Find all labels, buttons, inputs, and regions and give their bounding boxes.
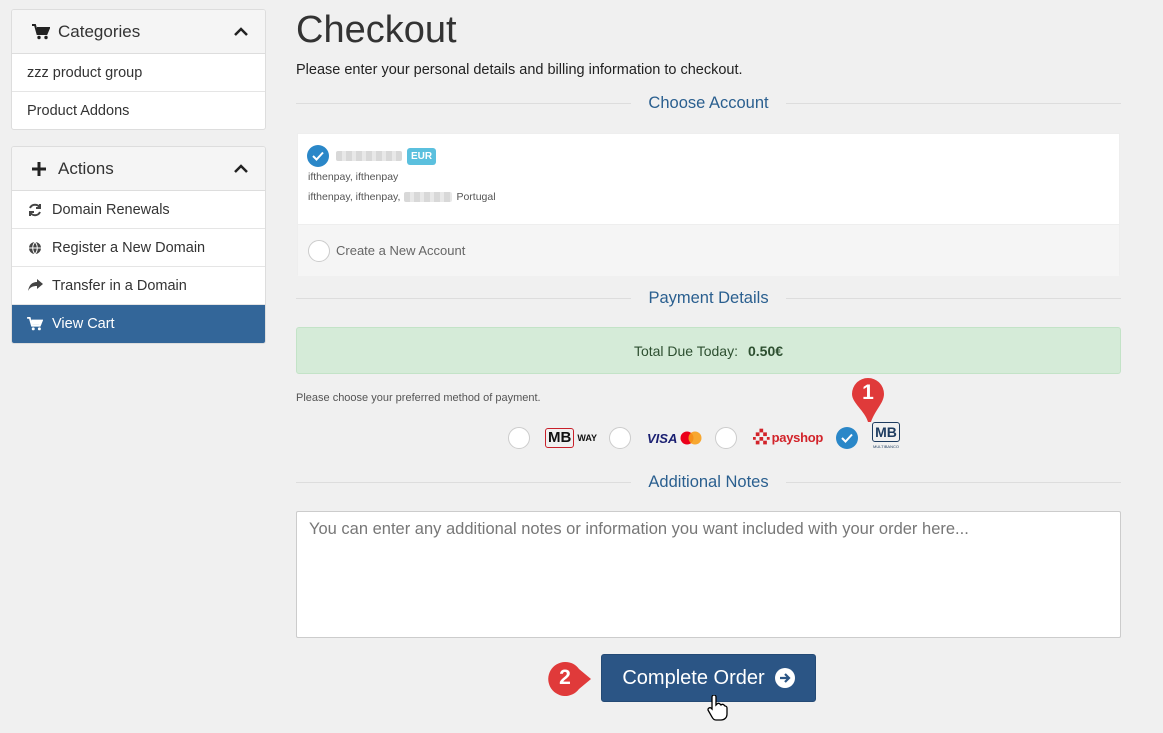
actions-header[interactable]: Actions: [12, 147, 265, 191]
multibanco-subtext: MULTIBANCO: [873, 444, 899, 449]
payment-details-heading: Payment Details: [648, 288, 769, 307]
mbway-logo[interactable]: MB WAY: [545, 425, 597, 451]
visa-text: VISA: [647, 430, 678, 446]
chevron-up-icon[interactable]: [233, 24, 249, 40]
additional-notes-textarea[interactable]: [296, 511, 1121, 638]
mbway-mb-mark: MB: [545, 428, 575, 448]
new-account-label: Create a New Account: [336, 243, 466, 258]
sidebar-item-domain-renewals[interactable]: Domain Renewals: [12, 191, 265, 229]
marker-1-number: 1: [862, 381, 874, 404]
categories-panel: Categories zzz product group Product Add…: [11, 9, 266, 130]
cart-icon: [32, 23, 52, 40]
annotation-marker-2: 2: [547, 661, 599, 697]
total-due-label: Total Due Today:: [633, 342, 738, 359]
sidebar-item-label: View Cart: [52, 316, 115, 332]
choose-account-heading: Choose Account: [648, 93, 769, 112]
sidebar-item-label: Transfer in a Domain: [52, 277, 187, 294]
account-selector: EUR ifthenpay, ifthenpay ifthenpay, ifth…: [297, 133, 1120, 276]
new-account-radio[interactable]: [308, 239, 330, 262]
additional-notes-divider: Additional Notes: [296, 470, 1122, 494]
payshop-radio[interactable]: [715, 427, 737, 449]
annotation-marker-1: 1: [850, 377, 886, 427]
page-subtitle: Please enter your personal details and b…: [296, 62, 743, 78]
currency-badge: EUR: [407, 148, 437, 165]
visa-mastercard-radio[interactable]: [609, 427, 631, 449]
categories-title: Categories: [58, 21, 141, 41]
globe-icon: [27, 241, 43, 255]
share-icon: [27, 279, 43, 292]
sidebar-item-label: Domain Renewals: [52, 201, 170, 218]
payshop-logo[interactable]: payshop: [753, 427, 823, 447]
choose-account-divider: Choose Account: [296, 91, 1122, 115]
category-item-product-addons[interactable]: Product Addons: [12, 92, 265, 129]
redacted-address: [404, 192, 453, 202]
selected-check-icon[interactable]: [307, 145, 329, 167]
marker-2-number: 2: [559, 666, 571, 689]
payshop-mark-icon: [753, 428, 770, 445]
refresh-icon: [27, 203, 43, 217]
total-due-box: Total Due Today: 0.50€: [296, 327, 1121, 374]
payment-method-hint: Please choose your preferred method of p…: [296, 392, 541, 404]
complete-order-label: Complete Order: [622, 666, 765, 689]
visa-mastercard-logo[interactable]: VISA: [647, 428, 703, 448]
account-address-prefix: ifthenpay, ifthenpay,: [308, 191, 401, 203]
additional-notes-heading: Additional Notes: [648, 472, 769, 491]
hand-cursor-icon: [707, 695, 728, 721]
category-item-zzz-product-group[interactable]: zzz product group: [12, 54, 265, 92]
mbway-radio[interactable]: [508, 427, 530, 449]
cart-icon: [27, 317, 43, 331]
mbway-way-text: WAY: [577, 433, 598, 443]
actions-panel: Actions Domain Renewals Register a New D…: [11, 146, 266, 344]
sidebar-item-register-domain[interactable]: Register a New Domain: [12, 229, 265, 267]
chevron-up-icon[interactable]: [233, 161, 249, 177]
total-due-amount: 0.50€: [747, 342, 784, 359]
payshop-text: payshop: [771, 429, 824, 445]
actions-title: Actions: [58, 158, 114, 178]
sidebar-item-transfer-domain[interactable]: Transfer in a Domain: [12, 267, 265, 305]
new-account-option[interactable]: Create a New Account: [298, 224, 1119, 276]
sidebar-item-label: Register a New Domain: [52, 239, 206, 256]
account-country: Portugal: [456, 191, 496, 203]
multibanco-selected-check-icon[interactable]: [836, 427, 858, 449]
account-line-1: ifthenpay, ifthenpay: [308, 171, 399, 183]
category-label: zzz product group: [27, 64, 143, 81]
mastercard-icon: [680, 431, 702, 445]
arrow-right-circle-icon: [774, 668, 795, 688]
category-label: Product Addons: [27, 103, 130, 119]
plus-icon: [32, 161, 52, 176]
categories-header[interactable]: Categories: [12, 10, 265, 54]
redacted-account-name: [336, 151, 402, 161]
existing-account-option[interactable]: EUR ifthenpay, ifthenpay ifthenpay, ifth…: [298, 134, 1119, 224]
account-line-2: ifthenpay, ifthenpay, Portugal: [308, 191, 496, 203]
payment-details-divider: Payment Details: [296, 286, 1122, 310]
page-title: Checkout: [296, 9, 457, 51]
sidebar-item-view-cart[interactable]: View Cart: [12, 305, 265, 343]
